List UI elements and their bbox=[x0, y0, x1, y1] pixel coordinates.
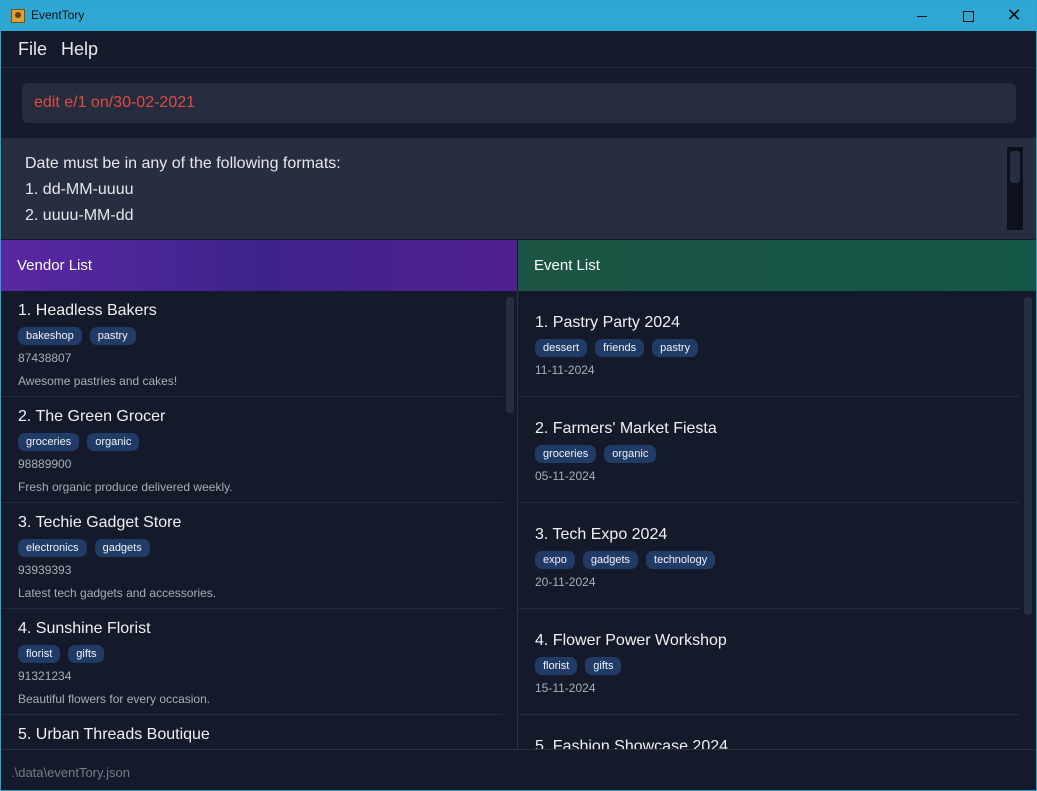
tag: groceries bbox=[535, 445, 597, 463]
tag-list: bakeshop pastry bbox=[18, 327, 136, 345]
result-line: 2. uuuu-MM-dd bbox=[25, 207, 134, 224]
result-scrollbar-thumb[interactable] bbox=[1010, 151, 1020, 183]
vendor-name: 1. Headless Bakers bbox=[18, 302, 157, 319]
vendor-description: Fresh organic produce delivered weekly. bbox=[18, 480, 233, 494]
result-line: 1. dd-MM-uuuu bbox=[25, 181, 134, 198]
tag: gadgets bbox=[94, 539, 150, 557]
vendor-list-scrollbar[interactable] bbox=[506, 297, 514, 413]
app-window: EventTory ✕ File Help Date must be in an… bbox=[0, 0, 1037, 791]
event-name: 3. Tech Expo 2024 bbox=[535, 526, 668, 543]
event-list-header: Event List bbox=[518, 240, 1036, 291]
tag-list: groceries organic bbox=[535, 445, 657, 463]
close-icon: ✕ bbox=[1006, 5, 1022, 26]
vendor-phone: 87438807 bbox=[18, 351, 72, 365]
event-card[interactable]: 4. Flower Power Workshop florist gifts 1… bbox=[518, 609, 1020, 715]
tag: bakeshop bbox=[18, 327, 82, 345]
tag-list: groceries organic bbox=[18, 433, 140, 451]
tag-list: florist gifts bbox=[18, 645, 105, 663]
vendor-phone: 98889900 bbox=[18, 457, 72, 471]
menu-file[interactable]: File bbox=[18, 39, 47, 60]
event-card[interactable]: 3. Tech Expo 2024 expo gadgets technolog… bbox=[518, 503, 1020, 609]
event-name: 1. Pastry Party 2024 bbox=[535, 314, 680, 331]
event-date: 11-11-2024 bbox=[535, 363, 595, 377]
result-line: Date must be in any of the following for… bbox=[25, 155, 341, 172]
command-box-area bbox=[1, 68, 1036, 138]
tag-list: dessert friends pastry bbox=[535, 339, 699, 357]
close-button[interactable]: ✕ bbox=[991, 1, 1036, 31]
minimize-icon bbox=[917, 15, 927, 17]
vendor-description: Awesome pastries and cakes! bbox=[18, 374, 178, 388]
vendor-name: 3. Techie Gadget Store bbox=[18, 514, 182, 531]
tag: organic bbox=[87, 433, 140, 451]
event-list[interactable]: 1. Pastry Party 2024 dessert friends pas… bbox=[518, 291, 1036, 749]
vendor-phone: 93939393 bbox=[18, 563, 72, 577]
menu-bar: File Help bbox=[1, 31, 1036, 68]
event-name: 5. Fashion Showcase 2024 bbox=[535, 738, 729, 749]
window-title: EventTory bbox=[31, 8, 85, 22]
tag: friends bbox=[595, 339, 645, 357]
app-icon bbox=[11, 9, 25, 23]
tag: florist bbox=[535, 657, 578, 675]
tag: gifts bbox=[585, 657, 622, 675]
event-name: 2. Farmers' Market Fiesta bbox=[535, 420, 717, 437]
tag: electronics bbox=[18, 539, 87, 557]
vendor-name: 5. Urban Threads Boutique bbox=[18, 726, 210, 743]
event-date: 15-11-2024 bbox=[535, 681, 596, 695]
tag: organic bbox=[604, 445, 657, 463]
vendor-card[interactable]: 1. Headless Bakers bakeshop pastry 87438… bbox=[1, 291, 503, 397]
vendor-description: Latest tech gadgets and accessories. bbox=[18, 586, 217, 600]
save-file-path: .\data\eventTory.json bbox=[11, 765, 130, 780]
tag: expo bbox=[535, 551, 575, 569]
vendor-name: 2. The Green Grocer bbox=[18, 408, 166, 425]
vendor-name: 4. Sunshine Florist bbox=[18, 620, 151, 637]
tag: dessert bbox=[535, 339, 588, 357]
tag: gadgets bbox=[582, 551, 639, 569]
command-input[interactable] bbox=[22, 83, 1016, 123]
event-card[interactable]: 1. Pastry Party 2024 dessert friends pas… bbox=[518, 291, 1020, 397]
result-scrollbar[interactable] bbox=[1007, 147, 1023, 230]
vendor-card[interactable]: 3. Techie Gadget Store electronics gadge… bbox=[1, 503, 503, 609]
event-name: 4. Flower Power Workshop bbox=[535, 632, 727, 649]
event-card[interactable]: 2. Farmers' Market Fiesta groceries orga… bbox=[518, 397, 1020, 503]
menu-help[interactable]: Help bbox=[61, 39, 98, 60]
event-card[interactable]: 5. Fashion Showcase 2024 bbox=[518, 715, 1020, 749]
minimize-button[interactable] bbox=[899, 1, 945, 31]
status-bar: .\data\eventTory.json bbox=[1, 749, 1036, 790]
tag: pastry bbox=[89, 327, 136, 345]
tag-list: electronics gadgets bbox=[18, 539, 150, 557]
tag: groceries bbox=[18, 433, 80, 451]
vendor-card[interactable]: 4. Sunshine Florist florist gifts 913212… bbox=[1, 609, 503, 715]
vendor-list[interactable]: 1. Headless Bakers bakeshop pastry 87438… bbox=[1, 291, 518, 749]
tag: gifts bbox=[68, 645, 105, 663]
vendor-description: Beautiful flowers for every occasion. bbox=[18, 692, 211, 706]
maximize-icon bbox=[962, 10, 974, 22]
tag: florist bbox=[18, 645, 61, 663]
event-list-scrollbar[interactable] bbox=[1024, 297, 1032, 615]
vendor-card[interactable]: 5. Urban Threads Boutique bbox=[1, 715, 503, 749]
tag-list: expo gadgets technology bbox=[535, 551, 716, 569]
event-date: 20-11-2024 bbox=[535, 575, 596, 589]
title-bar[interactable]: EventTory ✕ bbox=[1, 1, 1036, 31]
maximize-button[interactable] bbox=[945, 1, 991, 31]
vendor-card[interactable]: 2. The Green Grocer groceries organic 98… bbox=[1, 397, 503, 503]
event-date: 05-11-2024 bbox=[535, 469, 596, 483]
tag: pastry bbox=[652, 339, 699, 357]
tag: technology bbox=[646, 551, 716, 569]
vendor-list-header: Vendor List bbox=[1, 240, 517, 291]
tag-list: florist gifts bbox=[535, 657, 622, 675]
vendor-phone: 91321234 bbox=[18, 669, 72, 683]
result-display: Date must be in any of the following for… bbox=[1, 138, 1036, 239]
